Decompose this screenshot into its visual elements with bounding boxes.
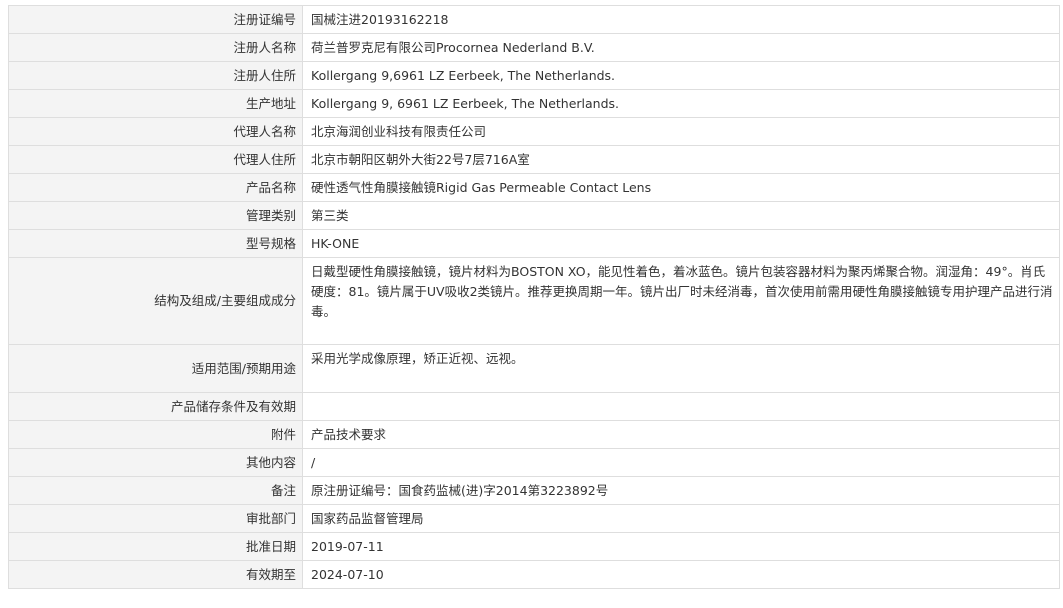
row-label: 注册证编号 [8, 5, 303, 34]
row-label: 产品名称 [8, 173, 303, 202]
row-value [302, 392, 1060, 421]
row-registrant-address: 注册人住所 Kollergang 9,6961 LZ Eerbeek, The … [8, 61, 1060, 90]
row-valid-until: 有效期至 2024-07-10 [8, 560, 1060, 589]
row-value: 采用光学成像原理，矫正近视、远视。 [302, 344, 1060, 393]
row-label: 其他内容 [8, 448, 303, 477]
row-label: 生产地址 [8, 89, 303, 118]
row-value: 荷兰普罗克尼有限公司Procornea Nederland B.V. [302, 33, 1060, 62]
row-value: 2024-07-10 [302, 560, 1060, 589]
row-label: 附件 [8, 420, 303, 449]
row-remarks: 备注 原注册证编号：国食药监械(进)字2014第3223892号 [8, 476, 1060, 505]
row-registration-number: 注册证编号 国械注进20193162218 [8, 5, 1060, 34]
row-product-name: 产品名称 硬性透气性角膜接触镜Rigid Gas Permeable Conta… [8, 173, 1060, 202]
row-label: 注册人名称 [8, 33, 303, 62]
row-approval-date: 批准日期 2019-07-11 [8, 532, 1060, 561]
row-value: HK-ONE [302, 229, 1060, 258]
row-value: 硬性透气性角膜接触镜Rigid Gas Permeable Contact Le… [302, 173, 1060, 202]
row-production-address: 生产地址 Kollergang 9, 6961 LZ Eerbeek, The … [8, 89, 1060, 118]
row-value: / [302, 448, 1060, 477]
row-registrant-name: 注册人名称 荷兰普罗克尼有限公司Procornea Nederland B.V. [8, 33, 1060, 62]
row-structure-composition: 结构及组成/主要组成成分 日戴型硬性角膜接触镜，镜片材料为BOSTON XO，能… [8, 257, 1060, 345]
row-other-content: 其他内容 / [8, 448, 1060, 477]
row-value: Kollergang 9, 6961 LZ Eerbeek, The Nethe… [302, 89, 1060, 118]
registration-record-table: 注册证编号 国械注进20193162218 注册人名称 荷兰普罗克尼有限公司Pr… [8, 5, 1060, 589]
row-value: 国家药品监督管理局 [302, 504, 1060, 533]
row-value: 北京海润创业科技有限责任公司 [302, 117, 1060, 146]
row-label: 结构及组成/主要组成成分 [8, 257, 303, 345]
row-label: 管理类别 [8, 201, 303, 230]
row-value: 日戴型硬性角膜接触镜，镜片材料为BOSTON XO，能见性着色，着冰蓝色。镜片包… [302, 257, 1060, 345]
row-label: 有效期至 [8, 560, 303, 589]
row-value: 原注册证编号：国食药监械(进)字2014第3223892号 [302, 476, 1060, 505]
row-value: 第三类 [302, 201, 1060, 230]
row-label: 型号规格 [8, 229, 303, 258]
row-value: Kollergang 9,6961 LZ Eerbeek, The Nether… [302, 61, 1060, 90]
row-value: 产品技术要求 [302, 420, 1060, 449]
row-attachment: 附件 产品技术要求 [8, 420, 1060, 449]
row-label: 产品储存条件及有效期 [8, 392, 303, 421]
row-storage-validity: 产品储存条件及有效期 [8, 392, 1060, 421]
row-label: 代理人名称 [8, 117, 303, 146]
row-management-category: 管理类别 第三类 [8, 201, 1060, 230]
row-intended-use: 适用范围/预期用途 采用光学成像原理，矫正近视、远视。 [8, 344, 1060, 393]
row-value: 2019-07-11 [302, 532, 1060, 561]
row-agent-address: 代理人住所 北京市朝阳区朝外大街22号7层716A室 [8, 145, 1060, 174]
row-value: 国械注进20193162218 [302, 5, 1060, 34]
row-value: 北京市朝阳区朝外大街22号7层716A室 [302, 145, 1060, 174]
row-label: 批准日期 [8, 532, 303, 561]
row-label: 注册人住所 [8, 61, 303, 90]
row-model-spec: 型号规格 HK-ONE [8, 229, 1060, 258]
row-label: 代理人住所 [8, 145, 303, 174]
row-label: 备注 [8, 476, 303, 505]
row-agent-name: 代理人名称 北京海润创业科技有限责任公司 [8, 117, 1060, 146]
row-approval-department: 审批部门 国家药品监督管理局 [8, 504, 1060, 533]
row-label: 适用范围/预期用途 [8, 344, 303, 393]
row-label: 审批部门 [8, 504, 303, 533]
